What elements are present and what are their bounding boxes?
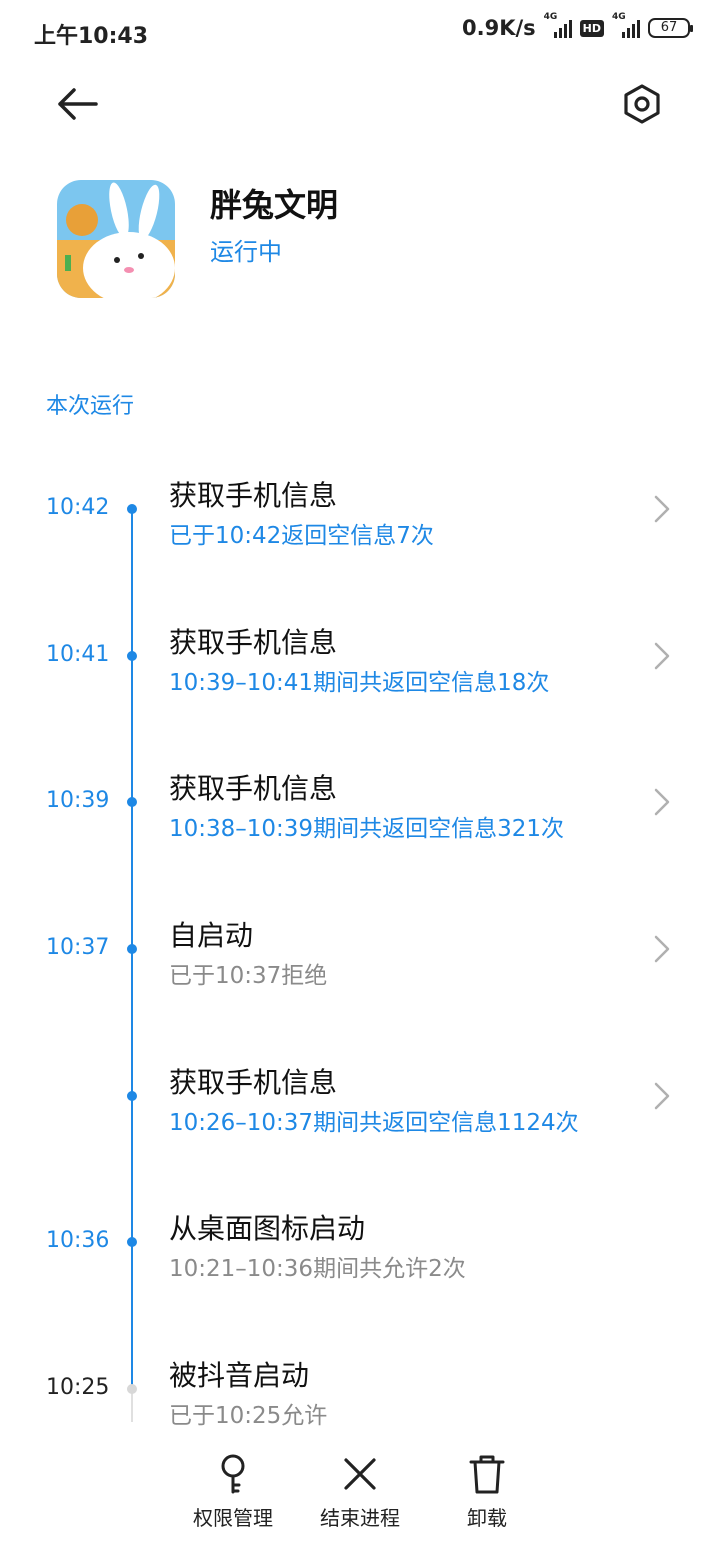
app-name: 胖兔文明 [210, 186, 339, 224]
timeline-item-6: 10:36 从桌面图标启动 10:21–10:36期间共允许2次 [0, 1203, 720, 1303]
timeline-time: 10:36 [46, 1228, 110, 1253]
timeline-time: 10:41 [46, 642, 110, 667]
timeline-dot [127, 1091, 137, 1101]
settings-button[interactable] [616, 80, 668, 128]
timeline-subtitle: 10:21–10:36期间共允许2次 [169, 1256, 466, 1282]
timeline-item-4[interactable]: 10:37 自启动 已于10:37拒绝 [0, 910, 720, 1010]
app-icon [57, 180, 175, 298]
timeline-title: 获取手机信息 [169, 479, 338, 512]
timeline-subtitle: 已于10:42返回空信息7次 [169, 523, 434, 549]
timeline-title: 从桌面图标启动 [169, 1212, 366, 1245]
end-process-label: 结束进程 [320, 1506, 400, 1530]
status-bar: 上午10:43 0.9K/s 4G HD 4G 67 [0, 0, 720, 64]
timeline-dot [127, 797, 137, 807]
timeline-dot [127, 1384, 137, 1394]
timeline-title: 获取手机信息 [169, 626, 338, 659]
hd-badge: HD [579, 19, 604, 37]
back-button[interactable] [50, 80, 106, 128]
timeline-time: 10:42 [46, 495, 110, 520]
timeline-subtitle: 已于10:37拒绝 [169, 963, 328, 989]
timeline-subtitle: 已于10:25允许 [169, 1403, 328, 1429]
timeline-title: 自启动 [169, 919, 254, 952]
timeline-dot [127, 504, 137, 514]
settings-hex-icon [624, 84, 660, 124]
permissions-button[interactable]: 权限管理 [173, 1452, 293, 1531]
timeline-item-1[interactable]: 10:42 获取手机信息 已于10:42返回空信息7次 [0, 470, 720, 570]
permissions-label: 权限管理 [193, 1506, 273, 1530]
signal-1-tag: 4G [543, 12, 558, 22]
app-status: 运行中 [210, 238, 282, 266]
chevron-right-icon [654, 935, 670, 963]
timeline-time: 10:39 [46, 788, 110, 813]
timeline-subtitle: 10:39–10:41期间共返回空信息18次 [169, 670, 550, 696]
status-right-group: 0.9K/s 4G HD 4G 67 [462, 12, 693, 40]
chevron-right-icon [654, 788, 670, 816]
timeline-title: 被抖音启动 [169, 1359, 310, 1392]
section-title: 本次运行 [46, 394, 135, 419]
chevron-right-icon [654, 1082, 670, 1110]
back-arrow-icon [58, 88, 98, 120]
timeline-item-3[interactable]: 10:39 获取手机信息 10:38–10:39期间共返回空信息321次 [0, 763, 720, 863]
chevron-right-icon [654, 495, 670, 523]
timeline-item-5[interactable]: 获取手机信息 10:26–10:37期间共返回空信息1124次 [0, 1057, 720, 1157]
timeline-dot [127, 944, 137, 954]
trash-icon [469, 1455, 505, 1494]
network-speed: 0.9K/s [462, 16, 536, 40]
timeline-title: 获取手机信息 [169, 1066, 338, 1099]
timeline-time: 10:25 [46, 1375, 110, 1400]
signal-2-tag: 4G [612, 12, 626, 22]
key-icon [221, 1454, 245, 1494]
signal-1-icon: 4G [544, 12, 572, 38]
timeline-dot [127, 651, 137, 661]
status-time: 上午10:43 [34, 24, 149, 49]
timeline-time: 10:37 [46, 935, 110, 960]
battery-icon: 67 [648, 18, 693, 38]
uninstall-button[interactable]: 卸载 [427, 1452, 547, 1531]
close-icon [344, 1458, 376, 1490]
timeline-subtitle: 10:26–10:37期间共返回空信息1124次 [169, 1110, 579, 1136]
chevron-right-icon [654, 642, 670, 670]
bottom-action-bar: 权限管理 结束进程 卸载 [0, 1430, 720, 1560]
timeline-title: 获取手机信息 [169, 772, 338, 805]
timeline-item-2[interactable]: 10:41 获取手机信息 10:39–10:41期间共返回空信息18次 [0, 617, 720, 717]
timeline-subtitle: 10:38–10:39期间共返回空信息321次 [169, 816, 564, 842]
end-process-button[interactable]: 结束进程 [300, 1452, 420, 1531]
signal-2-icon: 4G [612, 12, 640, 38]
timeline-dot [127, 1237, 137, 1247]
uninstall-label: 卸载 [467, 1506, 507, 1530]
